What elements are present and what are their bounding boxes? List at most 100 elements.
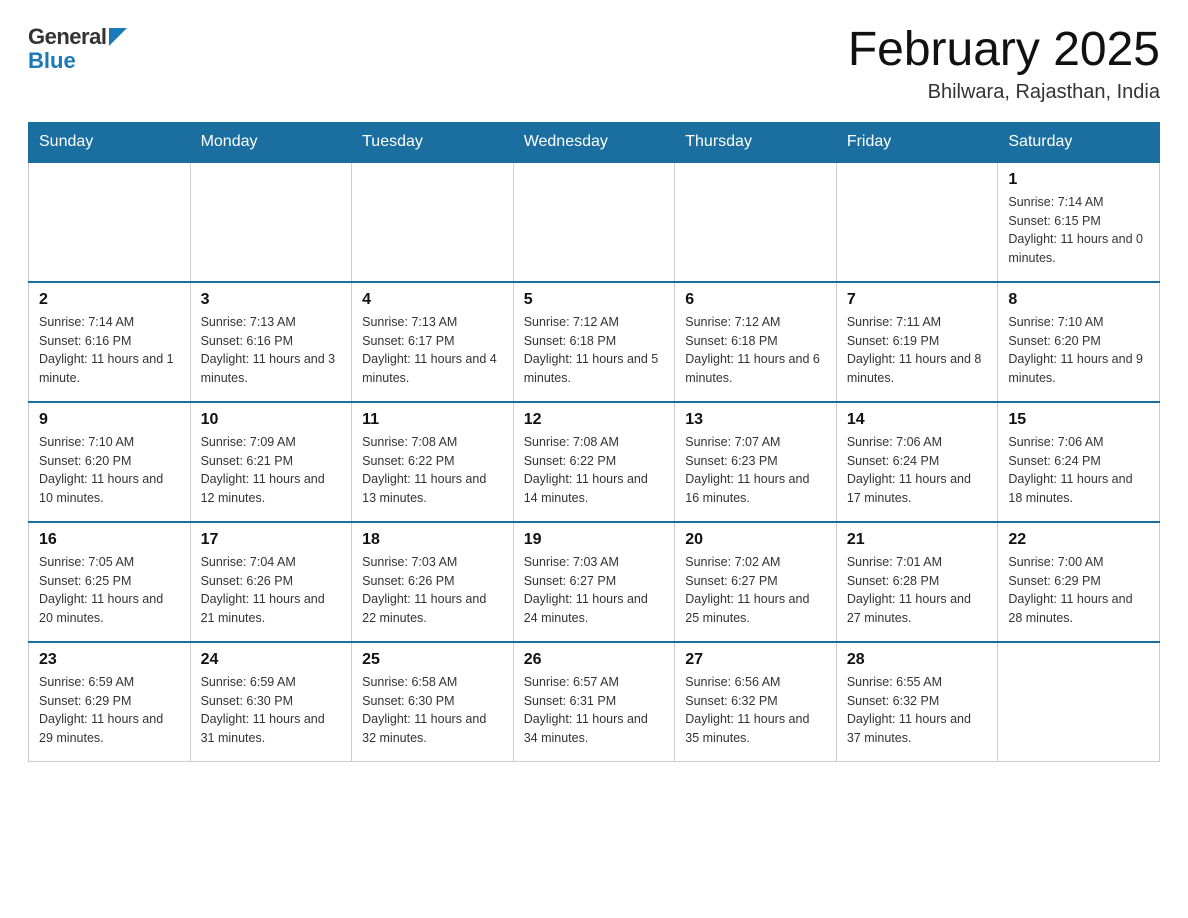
day-info: Sunrise: 7:09 AMSunset: 6:21 PMDaylight:… [201, 433, 342, 508]
day-info: Sunrise: 7:14 AMSunset: 6:16 PMDaylight:… [39, 313, 180, 388]
calendar-cell: 13 Sunrise: 7:07 AMSunset: 6:23 PMDayligh… [675, 402, 837, 522]
header-tuesday: Tuesday [352, 122, 514, 162]
calendar-cell: 21Sunrise: 7:01 AMSunset: 6:28 PMDayligh… [836, 522, 998, 642]
day-info: Sunrise: 7:00 AMSunset: 6:29 PMDaylight:… [1008, 553, 1149, 628]
day-number: 22 [1008, 531, 1149, 549]
day-number: 20 [685, 531, 826, 549]
calendar-cell: 12 Sunrise: 7:08 AMSunset: 6:22 PMDayligh… [513, 402, 675, 522]
day-number: 16 [39, 531, 180, 549]
day-info: Sunrise: 7:12 AMSunset: 6:18 PMDaylight:… [685, 313, 826, 388]
day-number: 5 [524, 291, 665, 309]
day-number: 19 [524, 531, 665, 549]
calendar-cell: 8Sunrise: 7:10 AMSunset: 6:20 PMDaylight… [998, 282, 1160, 402]
calendar-cell [998, 642, 1160, 762]
day-info: Sunrise: 6:57 AMSunset: 6:31 PMDaylight:… [524, 673, 665, 748]
calendar-cell: 2 Sunrise: 7:14 AMSunset: 6:16 PMDaylight… [29, 282, 191, 402]
day-info: Sunrise: 6:59 AMSunset: 6:29 PMDaylight:… [39, 673, 180, 748]
calendar-cell: 10 Sunrise: 7:09 AMSunset: 6:21 PMDayligh… [190, 402, 352, 522]
day-number: 2 [39, 291, 180, 309]
day-info: Sunrise: 7:11 AMSunset: 6:19 PMDaylight:… [847, 313, 988, 388]
day-number: 7 [847, 291, 988, 309]
calendar-cell [190, 162, 352, 282]
calendar-cell: 27 Sunrise: 6:56 AMSunset: 6:32 PMDayligh… [675, 642, 837, 762]
calendar-cell: 22 Sunrise: 7:00 AMSunset: 6:29 PMDayligh… [998, 522, 1160, 642]
calendar-cell: 7 Sunrise: 7:11 AMSunset: 6:19 PMDaylight… [836, 282, 998, 402]
day-number: 14 [847, 411, 988, 429]
calendar-cell: 5 Sunrise: 7:12 AMSunset: 6:18 PMDaylight… [513, 282, 675, 402]
calendar-cell [836, 162, 998, 282]
day-number: 17 [201, 531, 342, 549]
week-row-3: 16 Sunrise: 7:05 AMSunset: 6:25 PMDayligh… [29, 522, 1160, 642]
day-number: 27 [685, 651, 826, 669]
day-info: Sunrise: 7:14 AMSunset: 6:15 PMDaylight:… [1008, 193, 1149, 268]
calendar-cell [675, 162, 837, 282]
day-info: Sunrise: 7:06 AMSunset: 6:24 PMDaylight:… [1008, 433, 1149, 508]
calendar-cell: 4 Sunrise: 7:13 AMSunset: 6:17 PMDaylight… [352, 282, 514, 402]
day-info: Sunrise: 7:03 AMSunset: 6:27 PMDaylight:… [524, 553, 665, 628]
day-number: 10 [201, 411, 342, 429]
day-number: 3 [201, 291, 342, 309]
header-saturday: Saturday [998, 122, 1160, 162]
day-info: Sunrise: 7:06 AMSunset: 6:24 PMDaylight:… [847, 433, 988, 508]
calendar-cell: 17 Sunrise: 7:04 AMSunset: 6:26 PMDayligh… [190, 522, 352, 642]
calendar-cell: 25Sunrise: 6:58 AMSunset: 6:30 PMDayligh… [352, 642, 514, 762]
header-monday: Monday [190, 122, 352, 162]
day-number: 11 [362, 411, 503, 429]
calendar-cell: 9Sunrise: 7:10 AMSunset: 6:20 PMDaylight… [29, 402, 191, 522]
day-info: Sunrise: 7:08 AMSunset: 6:22 PMDaylight:… [524, 433, 665, 508]
week-row-1: 2 Sunrise: 7:14 AMSunset: 6:16 PMDaylight… [29, 282, 1160, 402]
logo: General Blue [28, 24, 127, 74]
day-number: 18 [362, 531, 503, 549]
title-block: February 2025 Bhilwara, Rajasthan, India [848, 24, 1160, 104]
day-number: 6 [685, 291, 826, 309]
day-info: Sunrise: 7:01 AMSunset: 6:28 PMDaylight:… [847, 553, 988, 628]
day-info: Sunrise: 6:55 AMSunset: 6:32 PMDaylight:… [847, 673, 988, 748]
day-number: 26 [524, 651, 665, 669]
calendar-cell [352, 162, 514, 282]
calendar-header-row: SundayMondayTuesdayWednesdayThursdayFrid… [29, 122, 1160, 162]
header-friday: Friday [836, 122, 998, 162]
day-number: 13 [685, 411, 826, 429]
day-info: Sunrise: 6:59 AMSunset: 6:30 PMDaylight:… [201, 673, 342, 748]
day-info: Sunrise: 7:13 AMSunset: 6:17 PMDaylight:… [362, 313, 503, 388]
month-title: February 2025 [848, 24, 1160, 77]
day-info: Sunrise: 6:56 AMSunset: 6:32 PMDaylight:… [685, 673, 826, 748]
day-info: Sunrise: 7:05 AMSunset: 6:25 PMDaylight:… [39, 553, 180, 628]
calendar-cell: 18 Sunrise: 7:03 AMSunset: 6:26 PMDayligh… [352, 522, 514, 642]
day-number: 4 [362, 291, 503, 309]
location-title: Bhilwara, Rajasthan, India [848, 81, 1160, 104]
day-info: Sunrise: 7:10 AMSunset: 6:20 PMDaylight:… [1008, 313, 1149, 388]
day-number: 24 [201, 651, 342, 669]
calendar-table: SundayMondayTuesdayWednesdayThursdayFrid… [28, 122, 1160, 763]
day-info: Sunrise: 7:04 AMSunset: 6:26 PMDaylight:… [201, 553, 342, 628]
calendar-cell [29, 162, 191, 282]
logo-blue-text: Blue [28, 48, 76, 74]
header-sunday: Sunday [29, 122, 191, 162]
calendar-cell: 20Sunrise: 7:02 AMSunset: 6:27 PMDayligh… [675, 522, 837, 642]
calendar-cell: 14 Sunrise: 7:06 AMSunset: 6:24 PMDayligh… [836, 402, 998, 522]
day-info: Sunrise: 7:13 AMSunset: 6:16 PMDaylight:… [201, 313, 342, 388]
day-info: Sunrise: 6:58 AMSunset: 6:30 PMDaylight:… [362, 673, 503, 748]
calendar-cell: 23 Sunrise: 6:59 AMSunset: 6:29 PMDayligh… [29, 642, 191, 762]
day-number: 28 [847, 651, 988, 669]
day-info: Sunrise: 7:12 AMSunset: 6:18 PMDaylight:… [524, 313, 665, 388]
logo-arrow-icon [109, 28, 127, 46]
day-number: 1 [1008, 171, 1149, 189]
calendar-cell: 19 Sunrise: 7:03 AMSunset: 6:27 PMDayligh… [513, 522, 675, 642]
calendar-cell: 1 Sunrise: 7:14 AMSunset: 6:15 PMDaylight… [998, 162, 1160, 282]
header-thursday: Thursday [675, 122, 837, 162]
header-wednesday: Wednesday [513, 122, 675, 162]
calendar-cell: 3 Sunrise: 7:13 AMSunset: 6:16 PMDaylight… [190, 282, 352, 402]
day-number: 12 [524, 411, 665, 429]
day-number: 23 [39, 651, 180, 669]
calendar-cell: 24 Sunrise: 6:59 AMSunset: 6:30 PMDayligh… [190, 642, 352, 762]
calendar-cell: 11Sunrise: 7:08 AMSunset: 6:22 PMDayligh… [352, 402, 514, 522]
day-number: 15 [1008, 411, 1149, 429]
day-info: Sunrise: 7:07 AMSunset: 6:23 PMDaylight:… [685, 433, 826, 508]
day-info: Sunrise: 7:03 AMSunset: 6:26 PMDaylight:… [362, 553, 503, 628]
logo-general-text: General [28, 24, 106, 50]
calendar-cell: 16 Sunrise: 7:05 AMSunset: 6:25 PMDayligh… [29, 522, 191, 642]
calendar-cell [513, 162, 675, 282]
week-row-4: 23 Sunrise: 6:59 AMSunset: 6:29 PMDayligh… [29, 642, 1160, 762]
calendar-cell: 28 Sunrise: 6:55 AMSunset: 6:32 PMDayligh… [836, 642, 998, 762]
